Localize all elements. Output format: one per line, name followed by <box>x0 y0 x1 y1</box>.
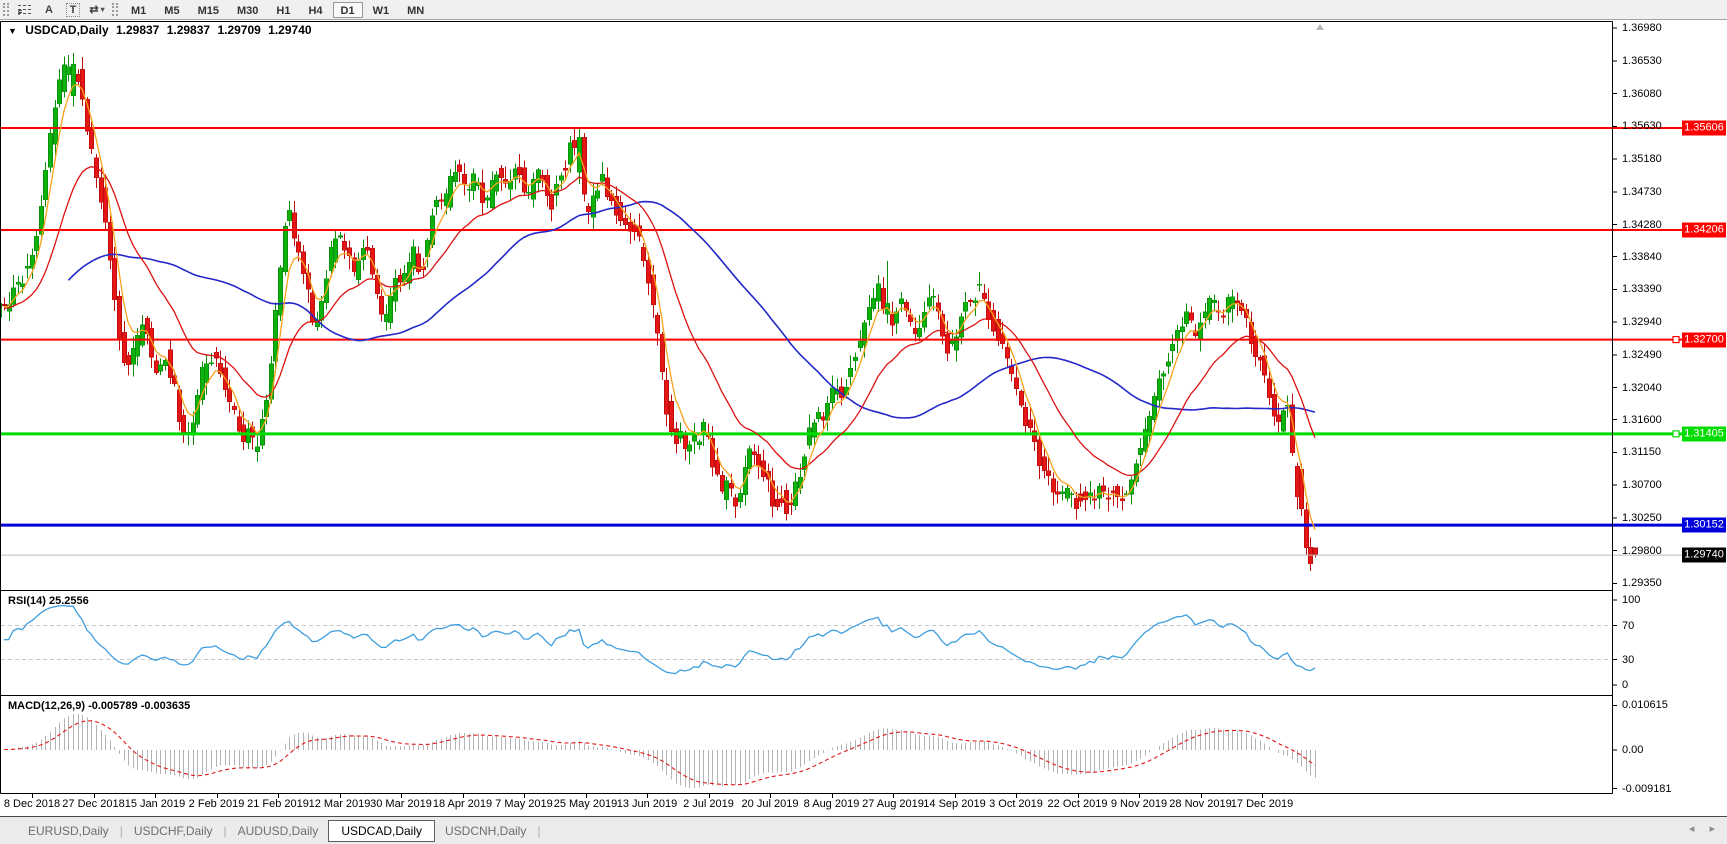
rsi-indicator-label: RSI(14) 25.2556 <box>8 595 89 607</box>
ohlc-close: 1.29740 <box>268 23 311 37</box>
tab-usdchf[interactable]: USDCHF,Daily <box>124 820 223 842</box>
price-tick: 1.29350 <box>1622 577 1662 589</box>
chart-symbol-period: USDCAD,Daily <box>25 23 108 37</box>
date-tick-label: 27 Aug 2019 <box>862 798 924 810</box>
date-tick-label: 13 Jun 2019 <box>617 798 678 810</box>
date-tick-label: 18 Apr 2019 <box>433 798 492 810</box>
hline-price-chip: 1.30152 <box>1682 518 1726 533</box>
price-tick: 1.36080 <box>1622 88 1662 100</box>
price-tick: 1.34730 <box>1622 186 1662 198</box>
date-tick-label: 2 Jul 2019 <box>683 798 734 810</box>
price-tick: 1.35180 <box>1622 153 1662 165</box>
date-tick-label: 17 Dec 2019 <box>1231 798 1293 810</box>
date-tick-label: 9 Nov 2019 <box>1111 798 1167 810</box>
macd-indicator-label: MACD(12,26,9) -0.005789 -0.003635 <box>8 700 190 712</box>
date-tick-label: 14 Sep 2019 <box>923 798 985 810</box>
macd-name: MACD(12,26,9) <box>8 700 85 712</box>
tab-separator: | <box>536 824 541 838</box>
hline-price-chip: 1.35606 <box>1682 121 1726 136</box>
date-tick-label: 7 May 2019 <box>495 798 552 810</box>
hline-price-chip: 1.31405 <box>1682 426 1726 441</box>
price-tick: 1.36530 <box>1622 55 1662 67</box>
price-tick: 1.30700 <box>1622 479 1662 491</box>
rsi-tick: 30 <box>1622 654 1634 666</box>
price-tick: 1.33840 <box>1622 251 1662 263</box>
date-tick-label: 27 Dec 2018 <box>62 798 124 810</box>
rsi-tick: 70 <box>1622 620 1634 632</box>
date-tick-label: 25 May 2019 <box>554 798 618 810</box>
current-price-chip: 1.29740 <box>1682 548 1726 563</box>
tab-usdcnh[interactable]: USDCNH,Daily <box>435 820 536 842</box>
price-tick: 1.33390 <box>1622 283 1662 295</box>
rsi-tick: 100 <box>1622 594 1640 606</box>
date-tick-label: 2 Feb 2019 <box>189 798 245 810</box>
macd-values: -0.005789 -0.003635 <box>88 700 190 712</box>
price-tick: 1.32490 <box>1622 349 1662 361</box>
ohlc-low: 1.29709 <box>217 23 260 37</box>
macd-tick: 0.00 <box>1622 744 1643 756</box>
chart-tab-bar: EURUSD,Daily|USDCHF,Daily|AUDUSD,DailyUS… <box>0 816 1727 844</box>
macd-tick: -0.009181 <box>1622 783 1672 795</box>
date-tick-label: 15 Jan 2019 <box>125 798 186 810</box>
price-tick: 1.34280 <box>1622 219 1662 231</box>
date-tick-label: 8 Aug 2019 <box>804 798 860 810</box>
chart-canvas[interactable] <box>0 0 1727 844</box>
tab-scroll-left-icon[interactable]: ◂ <box>1683 823 1701 835</box>
price-tick: 1.31150 <box>1622 446 1661 458</box>
price-tick: 1.29800 <box>1622 545 1662 557</box>
ohlc-high: 1.29837 <box>167 23 210 37</box>
date-tick-label: 20 Jul 2019 <box>742 798 799 810</box>
tab-scroll-arrows: ◂ ▸ <box>1683 822 1721 835</box>
tab-audusd[interactable]: AUDUSD,Daily <box>228 820 329 842</box>
price-tick: 1.31600 <box>1622 414 1662 426</box>
date-tick-label: 12 Mar 2019 <box>309 798 371 810</box>
price-tick: 1.32040 <box>1622 382 1662 394</box>
date-tick-label: 22 Oct 2019 <box>1048 798 1108 810</box>
tab-usdcad[interactable]: USDCAD,Daily <box>328 820 435 842</box>
ohlc-open: 1.29837 <box>116 23 159 37</box>
macd-tick: 0.010615 <box>1622 699 1668 711</box>
date-tick-label: 3 Oct 2019 <box>989 798 1043 810</box>
tab-eurusd[interactable]: EURUSD,Daily <box>18 820 119 842</box>
price-tick: 1.30250 <box>1622 512 1662 524</box>
hline-price-chip: 1.34206 <box>1682 222 1726 237</box>
price-tick: 1.36980 <box>1622 22 1662 34</box>
price-tick: 1.35630 <box>1622 120 1662 132</box>
tab-scroll-right-icon[interactable]: ▸ <box>1703 823 1721 835</box>
rsi-tick: 0 <box>1622 679 1628 691</box>
chart-title: ▼ USDCAD,Daily 1.29837 1.29837 1.29709 1… <box>8 23 316 37</box>
date-tick-label: 8 Dec 2018 <box>4 798 60 810</box>
trading-platform-window: FAT⇄▾ M1M5M15M30H1H4D1W1MN ▼ USDCAD,Dail… <box>0 0 1727 844</box>
date-tick-label: 28 Nov 2019 <box>1169 798 1231 810</box>
price-tick: 1.32940 <box>1622 316 1662 328</box>
date-tick-label: 21 Feb 2019 <box>247 798 309 810</box>
rsi-name: RSI(14) <box>8 595 46 607</box>
hline-price-chip: 1.32700 <box>1682 332 1726 347</box>
rsi-value: 25.2556 <box>49 595 89 607</box>
chart-title-dropdown-icon[interactable]: ▼ <box>8 26 17 36</box>
date-tick-label: 30 Mar 2019 <box>370 798 432 810</box>
